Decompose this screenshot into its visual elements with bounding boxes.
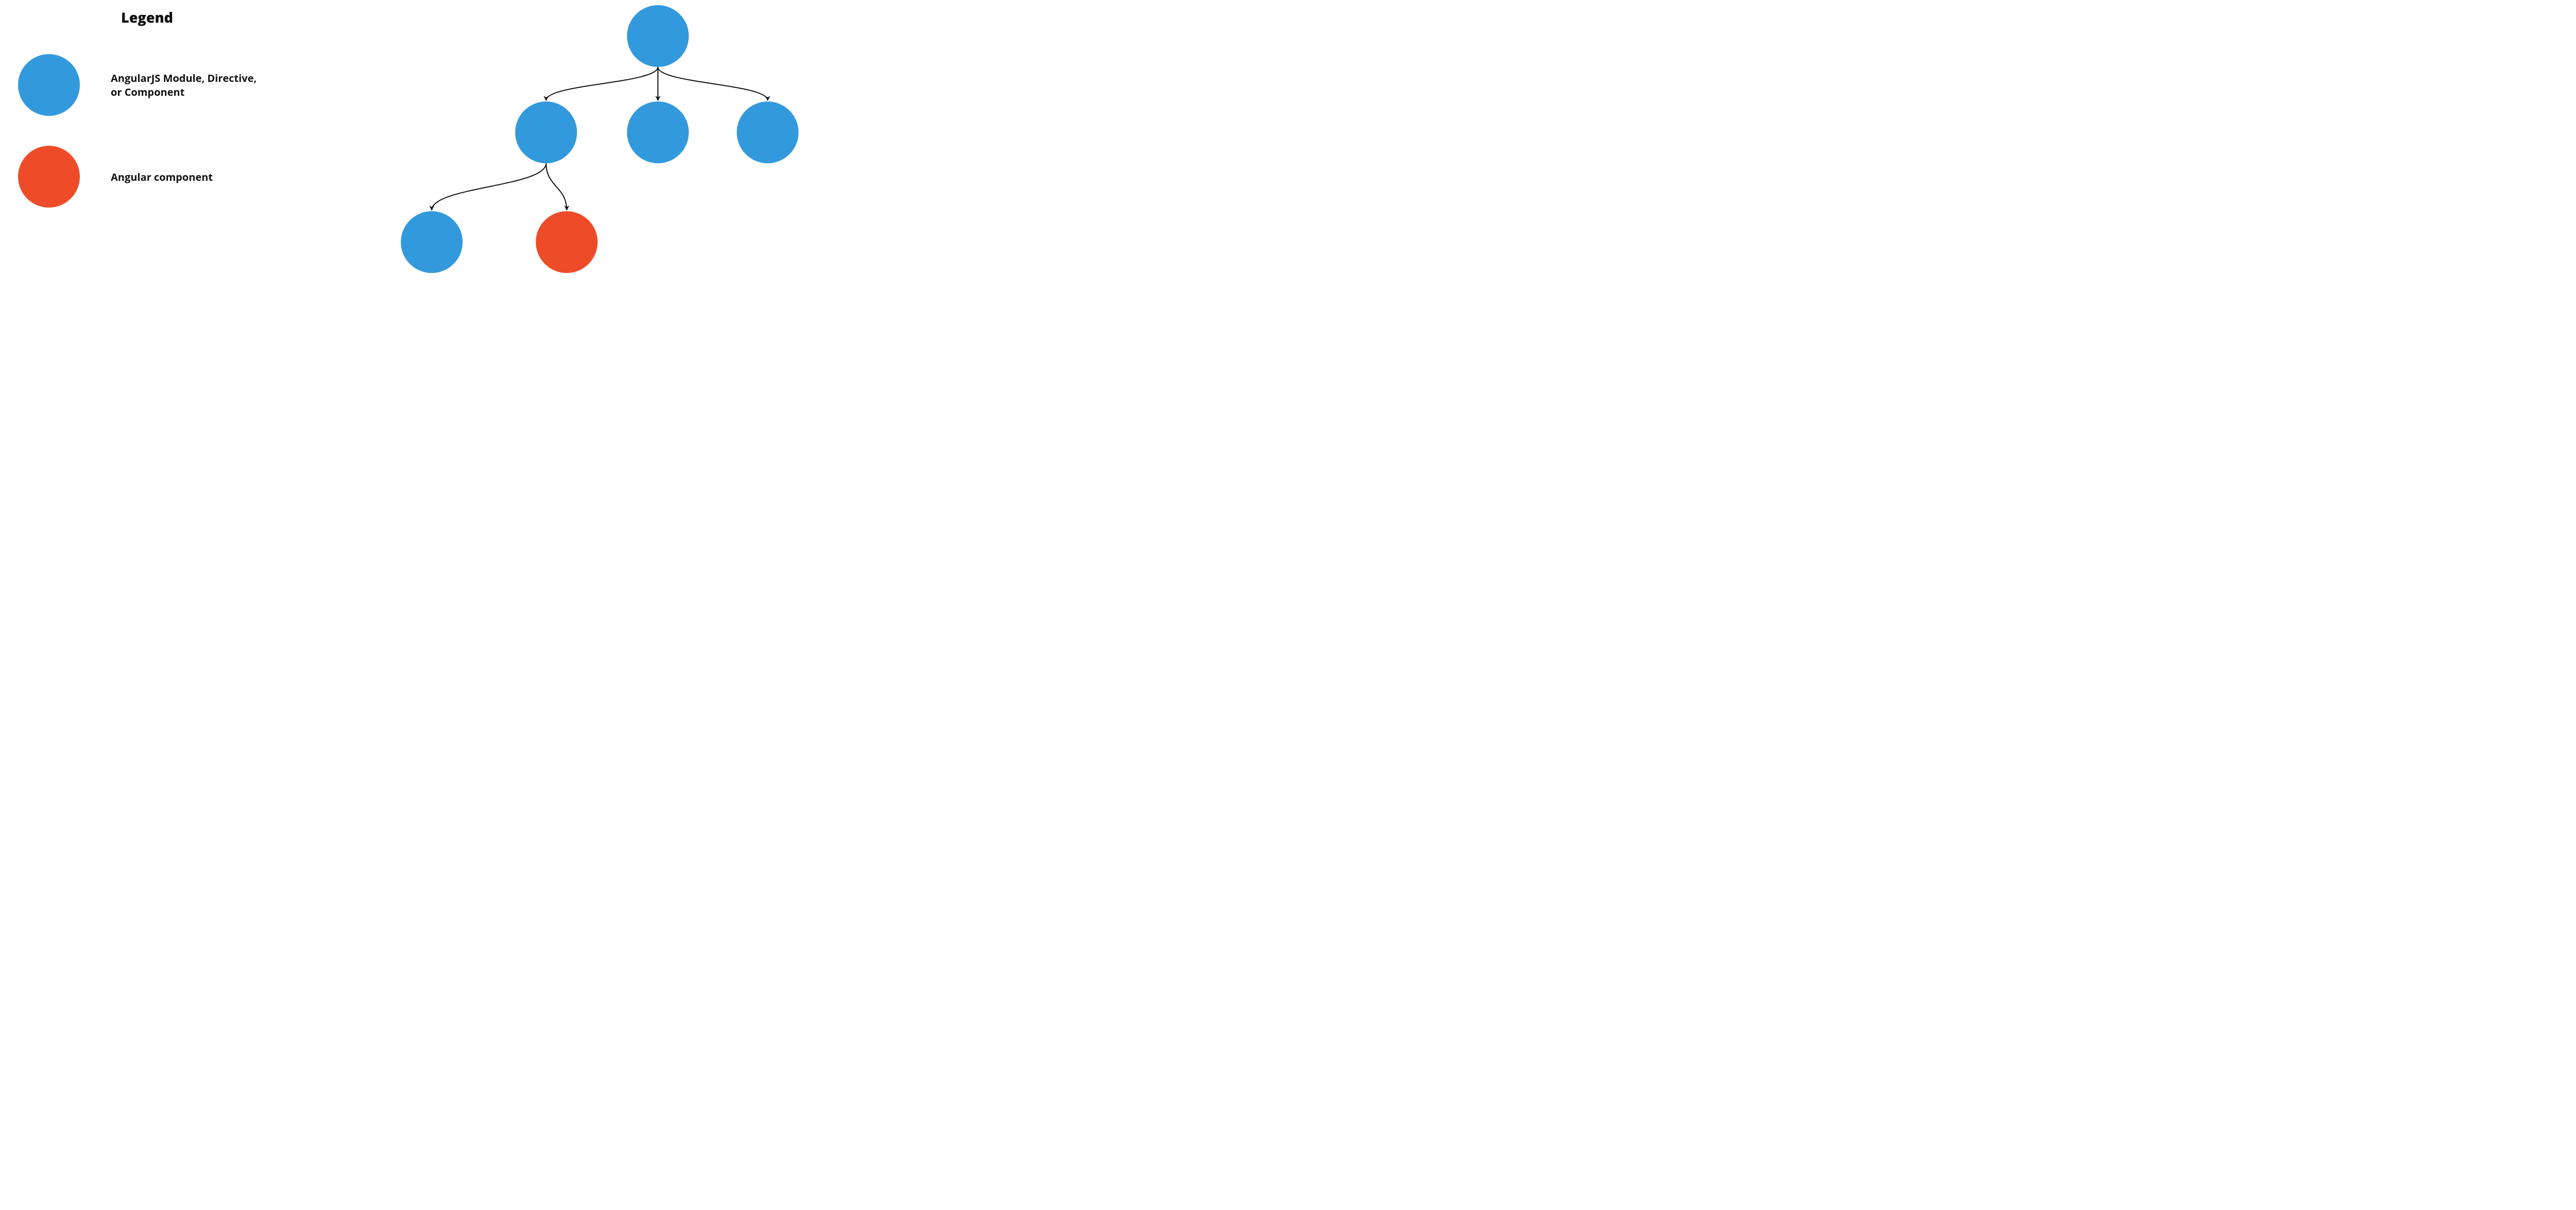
tree-node-root [627, 5, 689, 67]
edge-root-to-l1c [658, 67, 768, 100]
diagram-canvas: Legend AngularJS Module, Directive, or C… [0, 0, 814, 281]
legend-row-angular: Angular component [18, 146, 213, 208]
legend-swatch-blue-icon [18, 54, 80, 116]
tree-node-l2b [536, 211, 598, 273]
legend-label-angular: Angular component [111, 170, 213, 184]
legend-title: Legend [121, 8, 173, 27]
tree-edges [432, 67, 768, 210]
legend-row-angularjs: AngularJS Module, Directive, or Componen… [18, 54, 265, 116]
legend-label-angularjs: AngularJS Module, Directive, or Componen… [111, 71, 265, 99]
legend-swatch-orange-icon [18, 146, 80, 208]
edge-root-to-l1a [546, 67, 658, 100]
tree-node-l1c [737, 101, 799, 163]
edge-l1a-to-l2a [432, 163, 546, 210]
tree-node-l1a [515, 101, 577, 163]
tree-node-l2a [401, 211, 463, 273]
edge-l1a-to-l2b [546, 163, 567, 210]
tree-node-l1b [627, 101, 689, 163]
